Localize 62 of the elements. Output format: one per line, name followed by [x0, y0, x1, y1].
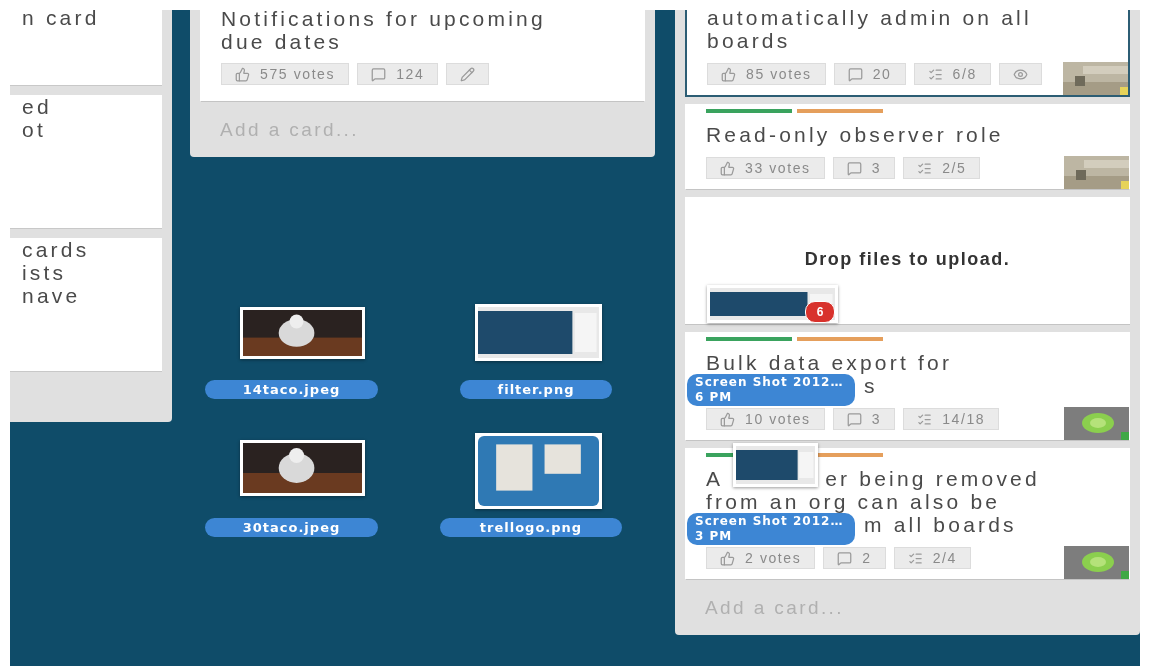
card-badge: 124 [357, 63, 439, 85]
eye-icon [1012, 66, 1028, 82]
thumbs-up-icon [720, 411, 735, 427]
checklist-icon [917, 411, 933, 427]
checklist-icon [907, 550, 923, 566]
comment-icon [846, 160, 862, 176]
drop-zone[interactable]: Drop files to upload. 6 [685, 197, 1130, 325]
card-badge: 2 votes [706, 547, 816, 569]
card-title: ed ot [22, 95, 53, 141]
checklist-icon [927, 66, 943, 82]
card-badge: 14/18 [903, 408, 1000, 430]
card-badge: 85 votes [707, 63, 826, 85]
card-badge: 2/4 [893, 547, 971, 569]
card-badge: 10 votes [706, 408, 825, 430]
avatar[interactable] [1064, 156, 1129, 189]
file-name-label: Screen Shot 2012…6 PM [687, 374, 855, 406]
avatar[interactable] [1064, 546, 1129, 579]
card-badge: 20 [833, 63, 906, 85]
card-title-fragment: s [864, 374, 878, 397]
file-name-label: 14taco.jpeg [205, 380, 378, 399]
card-badge: 6/8 [913, 63, 991, 85]
card[interactable]: cards ists nave [10, 238, 162, 372]
thumbs-up-icon [720, 160, 735, 176]
card-badge: 2/5 [903, 157, 981, 179]
avatar[interactable] [1064, 407, 1129, 440]
card-title: Notifications for upcoming due dates [221, 10, 547, 53]
file-count-badge: 6 [805, 301, 835, 323]
card[interactable]: Bulk data export for Screen Shot 2012…6 PM s 10 votes 3 14/18 [685, 332, 1130, 441]
card-title: cards ists nave [22, 238, 91, 307]
card-badge: 33 votes [706, 157, 825, 179]
card[interactable]: Notifications for upcoming due dates 575 votes 124 [200, 10, 645, 102]
drop-message: Drop files to upload. [804, 249, 1011, 271]
card-badge: 575 votes [221, 63, 350, 85]
thumbs-up-icon [721, 66, 736, 82]
card[interactable]: Read-only observer role 33 votes 3 2/5 [685, 104, 1130, 190]
comment-icon [847, 66, 863, 82]
pencil-icon [460, 66, 476, 82]
card-badge: 3 [832, 408, 896, 430]
avatar[interactable] [1063, 62, 1128, 95]
file-name-label: filter.png [460, 380, 612, 399]
card-title-fragment: from an org can also be [706, 490, 1001, 513]
card-title: n card [22, 10, 101, 29]
comment-icon [846, 411, 862, 427]
card-badge: 3 [832, 157, 896, 179]
card[interactable]: n card [10, 10, 162, 86]
card-title-fragment: er being removed [825, 467, 1040, 490]
file-name-label: Screen Shot 2012…3 PM [687, 513, 855, 545]
card-title-fragment: m all boards [864, 513, 1017, 536]
thumbs-up-icon [235, 66, 250, 82]
comment-icon [837, 550, 853, 566]
comment-icon [371, 66, 387, 82]
card-badge: 2 [823, 547, 886, 569]
card[interactable]: automatically admin on all boards 85 votes 20 6/8 [685, 10, 1130, 97]
file-name-label: trellogo.png [440, 518, 622, 537]
card-title: Read-only observer role [706, 123, 1005, 146]
card-title-fragment: A [706, 467, 724, 490]
thumbs-up-icon [720, 550, 735, 566]
checklist-icon [917, 160, 933, 176]
file-name-label: 30taco.jpeg [205, 518, 378, 537]
card-title: automatically admin on all boards [707, 10, 1033, 52]
card[interactable]: ed ot [10, 95, 162, 229]
card-title-fragment: Bulk data export for [706, 351, 953, 374]
